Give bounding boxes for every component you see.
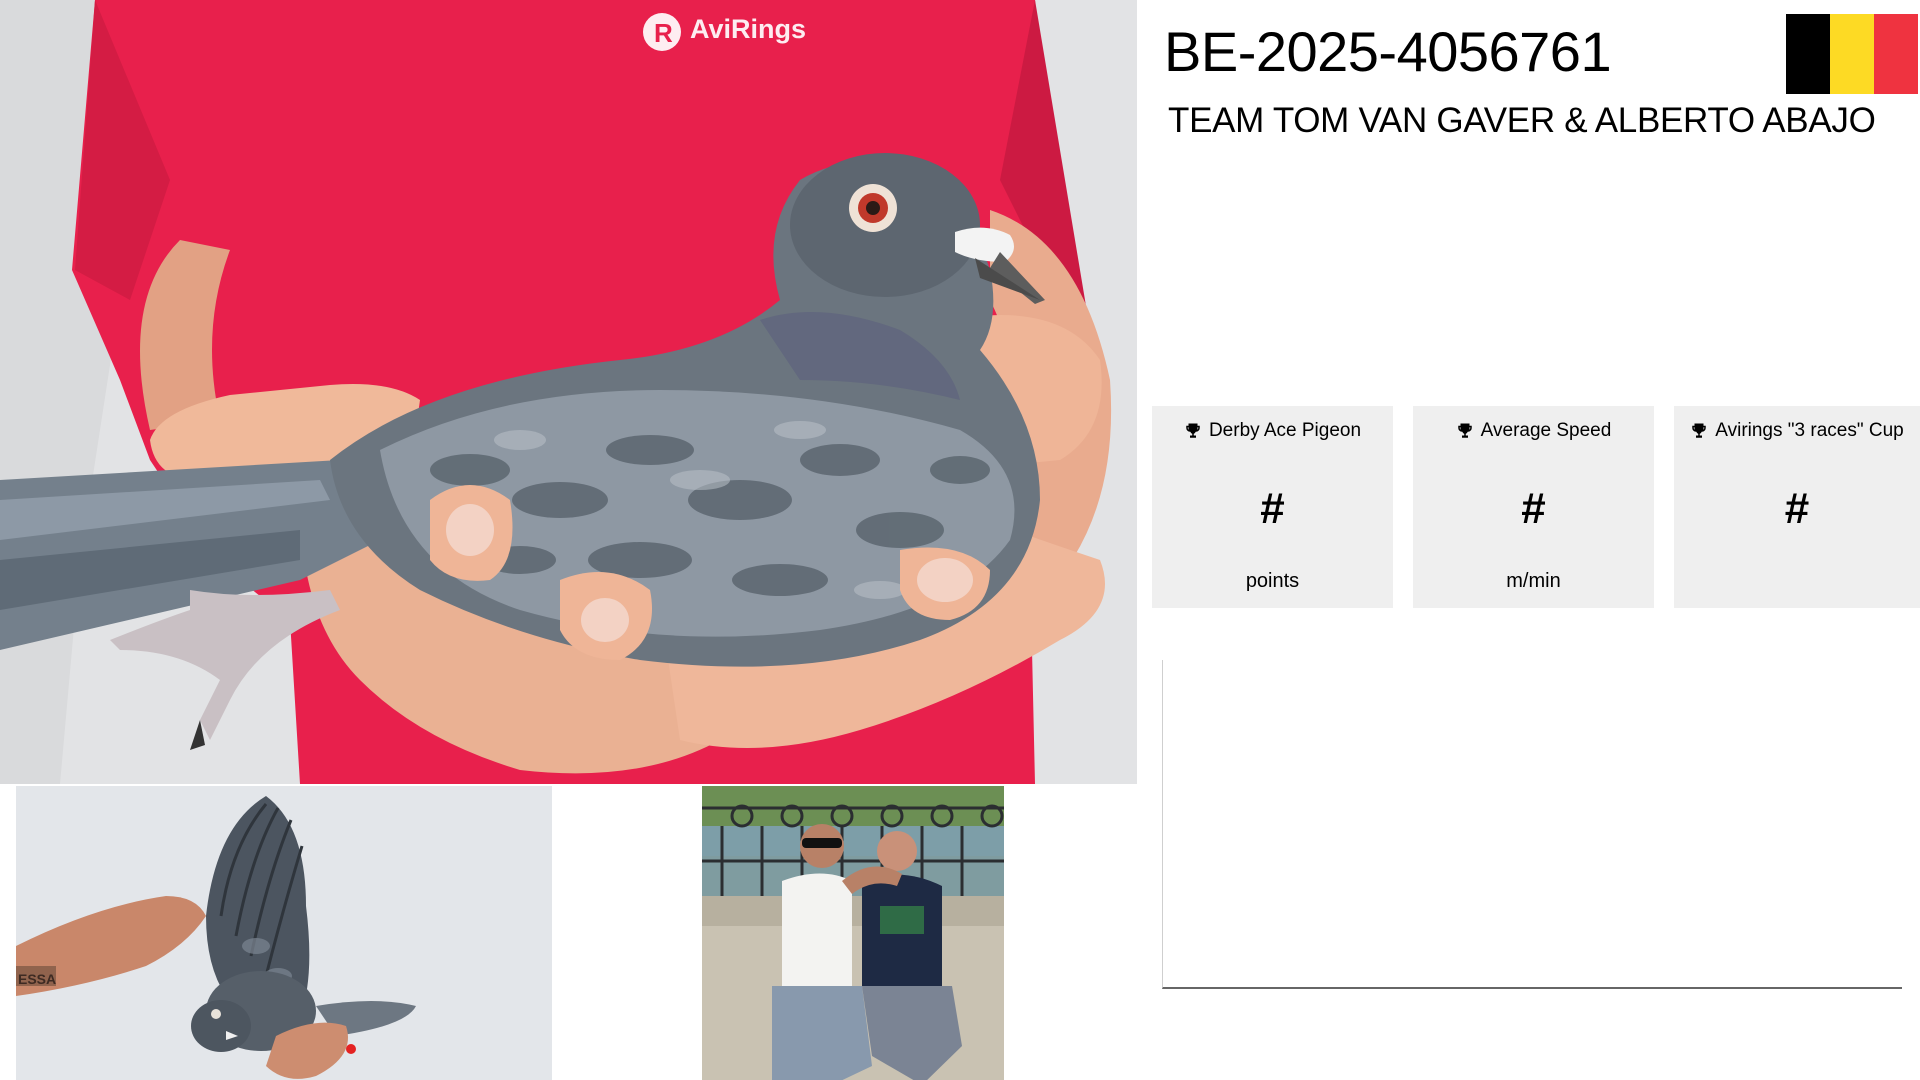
stat-value: # (1784, 484, 1810, 533)
stat-card-average-speed: Average Speed # m/min (1413, 406, 1654, 608)
ring-number: BE-2025-4056761 (1164, 20, 1612, 83)
stat-value: # (1521, 484, 1546, 533)
stat-title: Average Speed (1480, 420, 1612, 441)
stat-value: # (1260, 484, 1285, 533)
flag-stripe-red (1874, 14, 1918, 94)
stat-card-3-races-cup: Avirings "3 races" Cup # (1674, 406, 1920, 608)
trophy-icon (1457, 423, 1472, 438)
results-chart-area (1162, 660, 1902, 989)
stat-card-header: Avirings "3 races" Cup (1674, 420, 1920, 442)
owner-name: TEAM TOM VAN GAVER & ALBERTO ABAJO (1168, 101, 1876, 140)
svg-text:ESSA: ESSA (18, 971, 56, 987)
stat-unit: points (1245, 570, 1300, 592)
stat-card-derby-ace: Derby Ace Pigeon # points (1152, 406, 1393, 608)
stat-title: Avirings "3 races" Cup (1715, 420, 1904, 441)
trophy-icon (1186, 423, 1200, 438)
flag-stripe-black (1786, 14, 1830, 94)
thumbnail-wing-photo[interactable]: ESSA (16, 786, 552, 1080)
stat-title: Derby Ace Pigeon (1208, 420, 1362, 441)
svg-text:R: R (654, 18, 673, 48)
main-pigeon-photo[interactable]: R AviRings (0, 0, 1137, 784)
stat-unit: m/min (1506, 570, 1561, 592)
stat-card-header: Average Speed (1413, 420, 1654, 442)
stat-card-header: Derby Ace Pigeon (1152, 420, 1393, 442)
country-flag-icon (1786, 14, 1918, 94)
thumbnail-team-photo[interactable] (702, 786, 1004, 1080)
svg-text:AviRings: AviRings (690, 14, 806, 44)
pigeon-profile-page: R AviRings ESSA BE-2025-4056761 TEAM TOM… (0, 0, 1920, 1080)
trophy-icon (1692, 423, 1707, 438)
flag-stripe-yellow (1830, 14, 1874, 94)
